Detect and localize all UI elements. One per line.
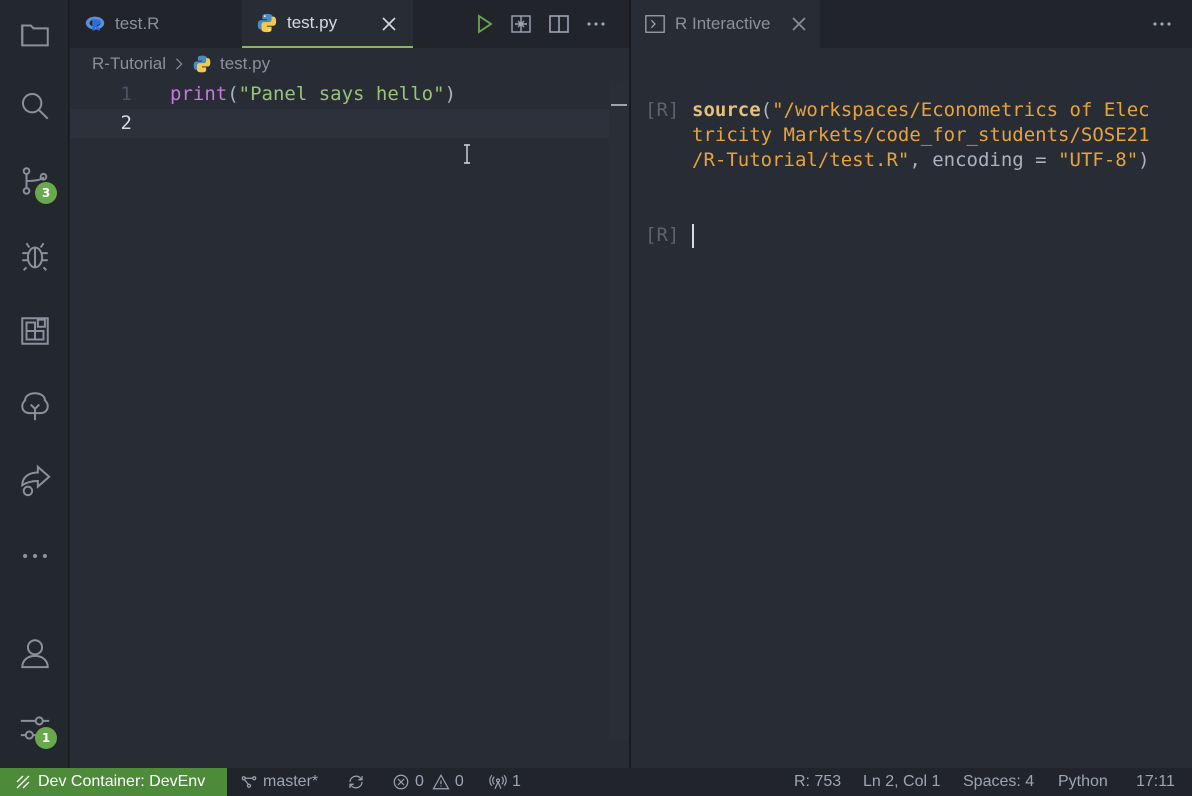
chevron-right-icon — [175, 58, 183, 70]
r-prompt: [R] — [645, 224, 680, 246]
activity-bar: 3 1 — [0, 0, 69, 768]
ports-count: 1 — [512, 773, 521, 790]
breadcrumb: R-Tutorial test.py — [92, 52, 270, 76]
line-number: 1 — [120, 83, 132, 105]
r-prompt: [R] — [645, 99, 680, 121]
warning-count: 0 — [454, 773, 464, 790]
source-control-button[interactable]: 3 — [0, 153, 69, 209]
scrollbar-cursor-marker — [611, 104, 627, 106]
paren-token: ( — [760, 99, 773, 121]
debug-button[interactable] — [0, 228, 69, 284]
line-number: 2 — [120, 112, 132, 134]
error-icon — [393, 774, 409, 790]
explorer-button[interactable] — [0, 6, 69, 62]
string-token: /R-Tutorial/test.R" — [692, 149, 910, 171]
source-control-badge: 3 — [35, 182, 57, 204]
tab-label: test.py — [287, 13, 338, 32]
status-bar: Dev Container: DevEnv master* 0 0 1 R: 7… — [0, 768, 1192, 796]
line-text[interactable]: print("Panel says hello") — [170, 80, 456, 109]
settings-badge: 1 — [35, 727, 57, 749]
paren-token: ( — [227, 83, 239, 105]
terminal-icon — [645, 15, 665, 33]
debug-icon — [21, 242, 48, 271]
accounts-button[interactable] — [0, 625, 69, 681]
r-panel-tabs-bar: R Interactive — [631, 0, 1192, 48]
remote-share-icon — [20, 464, 51, 497]
remote-label: Dev Container: DevEnv — [38, 773, 206, 790]
string-token: "Panel says hello" — [238, 83, 445, 105]
clock: 17:11 — [1136, 773, 1175, 790]
sync-button[interactable] — [347, 768, 370, 796]
tree-icon — [20, 392, 49, 421]
warning-icon — [432, 774, 450, 790]
string-token: tricity Markets/code_for_students/SOSE21 — [692, 124, 1150, 146]
code-lines[interactable]: 1 print("Panel says hello") 2 — [70, 80, 610, 138]
ports-indicator[interactable]: 1 — [489, 768, 521, 796]
tab-label: test.R — [115, 14, 160, 33]
console-caret[interactable] — [692, 224, 694, 248]
extensions-icon — [20, 317, 49, 345]
console-command-line: source("/workspaces/Econometrics of Elec — [692, 98, 1150, 123]
console-command-line: /R-Tutorial/test.R", encoding = "UTF-8") — [692, 148, 1150, 173]
tab-r-interactive[interactable]: R Interactive — [631, 0, 820, 48]
string-token: "UTF-8" — [1058, 149, 1139, 171]
account-icon — [20, 639, 49, 669]
compare-changes-icon[interactable] — [509, 12, 533, 36]
more-actions-icon[interactable] — [584, 12, 608, 36]
close-icon[interactable] — [787, 12, 811, 36]
broadcast-icon — [489, 774, 507, 789]
remote-icon — [16, 775, 30, 789]
code-editor[interactable]: R-Tutorial test.py 1 print("Panel says h… — [70, 48, 629, 768]
argument-token: , encoding = — [909, 149, 1059, 171]
r-interactive-console[interactable]: [R] source("/workspaces/Econometrics of … — [631, 48, 1192, 768]
tab-test-r[interactable]: test.R — [70, 0, 242, 48]
remote-indicator[interactable]: Dev Container: DevEnv — [0, 768, 227, 796]
tab-label: R Interactive — [675, 14, 771, 33]
indentation[interactable]: Spaces: 4 — [963, 768, 1034, 796]
manage-button[interactable]: 1 — [0, 700, 69, 756]
more-views-button[interactable] — [0, 528, 69, 584]
split-editor-icon[interactable] — [547, 12, 571, 36]
run-icon[interactable] — [472, 12, 496, 36]
more-actions-icon[interactable] — [1150, 12, 1174, 36]
function-token: print — [170, 83, 228, 105]
breadcrumb-file[interactable]: test.py — [220, 54, 270, 74]
vertical-scrollbar[interactable] — [609, 81, 629, 741]
r-file-icon — [85, 16, 105, 31]
git-branch-icon — [241, 776, 257, 788]
cursor-position[interactable]: Ln 2, Col 1 — [863, 768, 940, 796]
python-file-icon — [257, 13, 277, 33]
branch-label: master* — [263, 773, 319, 790]
search-button[interactable] — [0, 78, 69, 134]
python-file-icon — [193, 55, 211, 73]
code-line-current[interactable]: 2 — [70, 109, 610, 138]
tree-button[interactable] — [0, 378, 69, 434]
git-branch[interactable]: master* — [240, 768, 318, 796]
more-icon — [22, 553, 47, 559]
paren-token: ) — [1138, 149, 1150, 171]
extensions-button[interactable] — [0, 303, 69, 359]
error-count: 0 — [415, 773, 424, 790]
text-cursor-icon — [464, 144, 470, 164]
paren-token: ) — [444, 83, 457, 105]
search-icon — [21, 92, 48, 120]
language-mode[interactable]: Python — [1058, 768, 1108, 796]
sync-icon — [349, 775, 363, 789]
string-token: "/workspaces/Econometrics of Elec — [772, 99, 1150, 121]
remote-share-button[interactable] — [0, 453, 69, 509]
tab-test-py[interactable]: test.py — [242, 0, 413, 48]
breadcrumb-folder[interactable]: R-Tutorial — [92, 54, 166, 74]
problems-indicator[interactable]: 0 0 — [392, 768, 464, 796]
r-session-indicator[interactable]: R: 753 — [794, 768, 841, 796]
close-icon[interactable] — [377, 12, 401, 36]
function-token: source — [692, 99, 761, 121]
editor-tabs-bar: test.R test.py — [70, 0, 629, 48]
code-line[interactable]: 1 print("Panel says hello") — [70, 80, 610, 109]
files-icon — [20, 24, 49, 47]
console-command-line: tricity Markets/code_for_students/SOSE21 — [692, 123, 1150, 148]
